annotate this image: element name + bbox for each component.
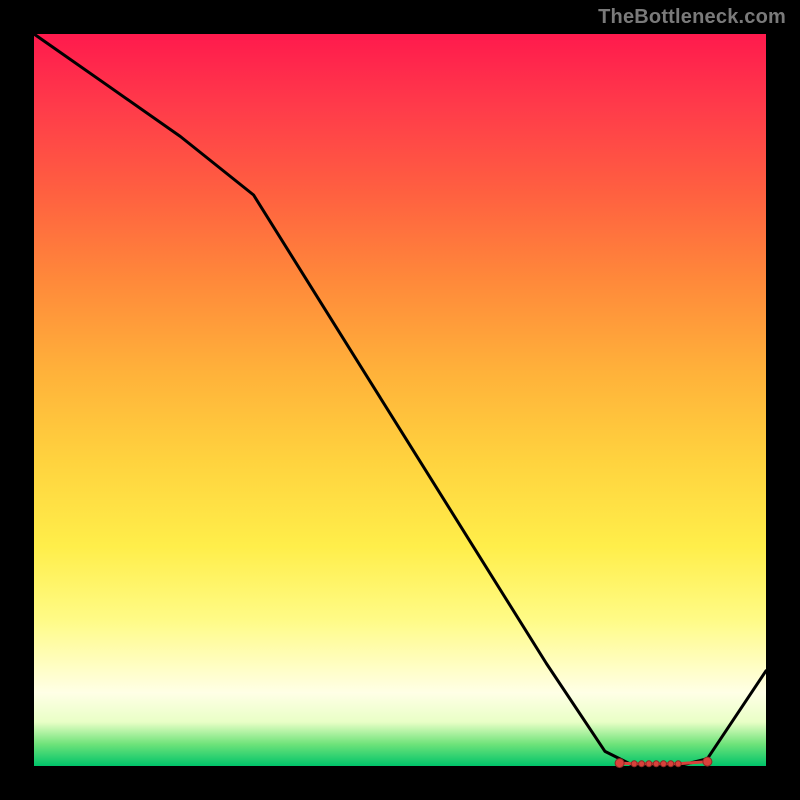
- data-marker: [675, 761, 681, 767]
- data-marker: [703, 757, 712, 766]
- data-marker: [646, 761, 652, 767]
- attribution-text: TheBottleneck.com: [598, 6, 786, 29]
- series-line: [34, 34, 766, 766]
- data-marker: [661, 761, 667, 767]
- chart-svg: [34, 34, 766, 766]
- data-marker: [631, 761, 637, 767]
- data-marker: [668, 761, 674, 767]
- data-markers: [615, 757, 712, 768]
- data-marker: [653, 761, 659, 767]
- data-marker: [639, 761, 645, 767]
- figure-container: TheBottleneck.com: [0, 0, 800, 800]
- data-line: [34, 34, 766, 766]
- data-marker: [615, 759, 624, 768]
